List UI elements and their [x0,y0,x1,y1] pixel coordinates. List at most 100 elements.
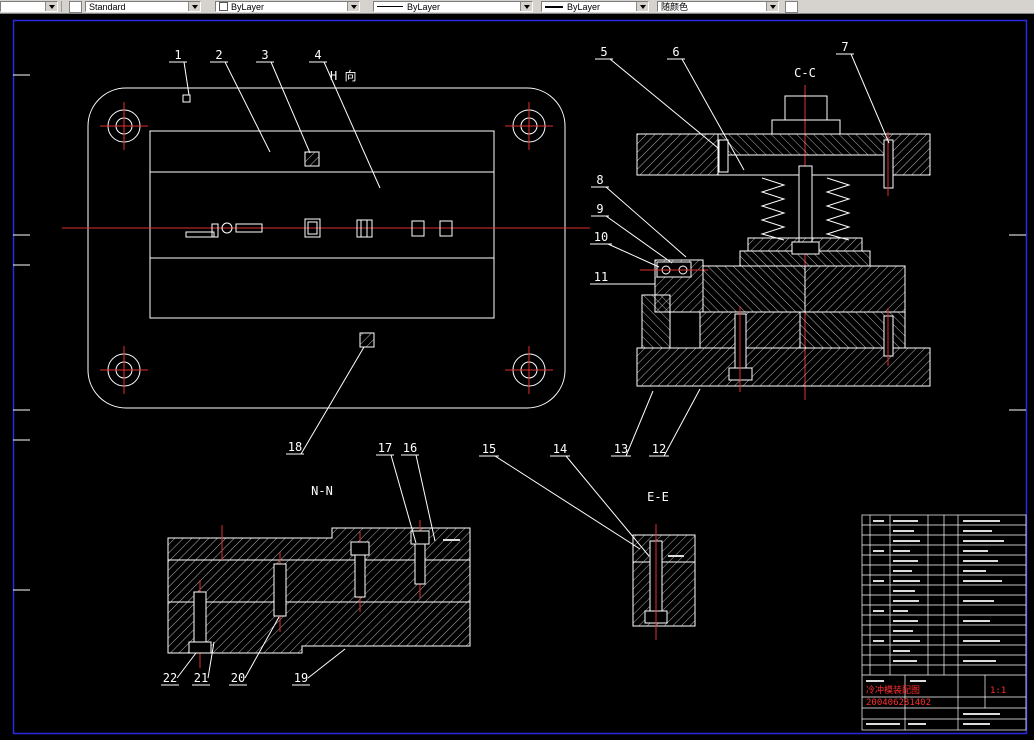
callout-22: 22 [161,652,197,686]
drawing-scale: 1:1 [990,686,1006,696]
svg-text:19: 19 [294,671,308,685]
callout-13: 13 [611,390,654,457]
svg-text:8: 8 [596,173,603,187]
text-style-value: Standard [89,1,126,12]
toolbar-button[interactable] [785,0,798,13]
section-ee: E-E [632,490,696,640]
svg-text:9: 9 [596,202,603,216]
die-holder [699,311,801,349]
text-style-combo[interactable]: Standard [85,1,201,12]
callout-15: 15 [479,442,641,550]
dowel-mark [182,94,191,103]
callout-18: 18 [286,346,365,455]
die-plate [702,265,806,313]
chevron-down-icon[interactable] [188,2,200,11]
screw-shaft [354,554,366,598]
plotstyle-value: 随颜色 [661,1,689,12]
color-swatch-icon [219,2,228,11]
svg-text:18: 18 [288,440,302,454]
stop-bar [185,231,215,238]
svg-text:20: 20 [231,671,245,685]
linetype-combo[interactable]: ByLayer [373,1,533,12]
bolt [193,591,207,643]
screw-shaft [414,543,426,585]
bolt [718,139,729,173]
svg-text:16: 16 [403,441,417,455]
svg-text:12: 12 [652,442,666,456]
spring [825,177,851,241]
lineweight-preview-icon [545,5,563,8]
chevron-down-icon[interactable] [520,2,532,11]
drawing-title: 冷冲模装配图 [866,684,920,696]
die-plate [804,265,906,313]
lineweight-value: ByLayer [567,1,601,12]
callout-3: 3 [256,48,311,154]
svg-text:11: 11 [594,270,608,284]
view-label-nn: N-N [311,484,333,498]
key-section [359,332,375,348]
bolt-head [188,641,212,654]
callout-7: 7 [836,40,890,144]
chevron-down-icon[interactable] [636,2,648,11]
svg-text:15: 15 [482,442,496,456]
section-cc: C-C [636,66,931,400]
svg-text:5: 5 [600,45,607,59]
section-nn: N-N [167,484,471,668]
svg-text:21: 21 [194,671,208,685]
svg-text:2: 2 [215,48,222,62]
punch-holder [717,133,889,156]
callout-11: 11 [590,270,655,285]
svg-text:6: 6 [672,45,679,59]
plan-view: H 向 [62,68,590,409]
screw-head [350,541,370,556]
center-screw [798,165,813,247]
upper-plate [887,133,931,176]
chevron-down-icon[interactable] [347,2,359,11]
linetype-preview-icon [377,6,403,7]
callout-5: 5 [595,45,719,149]
layer-combo[interactable] [0,1,58,12]
dowel-pin [273,563,287,617]
svg-text:3: 3 [261,48,268,62]
callout-10: 10 [590,230,660,268]
guide-bushing [100,346,148,394]
view-label-cc: C-C [794,66,816,80]
toolbar-separator [61,1,62,12]
shank-flange [771,119,841,135]
chevron-down-icon[interactable] [45,2,57,11]
color-value: ByLayer [231,1,265,12]
callout-12: 12 [649,388,701,457]
svg-text:7: 7 [841,40,848,54]
stop-pin [211,223,219,238]
callout-2: 2 [210,48,271,153]
drawing-number: 200406281402 [866,698,931,708]
svg-text:13: 13 [614,442,628,456]
guide-bushing [505,102,553,150]
guide-bushing [505,346,553,394]
drawing-canvas[interactable]: H 向 1 2 3 4 18 C-C 5 6 7 8 9 10 11 13 12… [0,0,1034,740]
svg-text:10: 10 [594,230,608,244]
screw-nut [791,241,820,255]
lineweight-combo[interactable]: ByLayer [541,1,649,12]
callout-19: 19 [292,648,346,686]
view-label-ee: E-E [647,490,669,504]
style-icon [69,0,82,13]
key-section [304,151,320,167]
guide-bushing [100,102,148,150]
title-block: 冷冲模装配图 200406281402 1:1 [861,514,1027,731]
shank [784,95,828,121]
svg-text:22: 22 [163,671,177,685]
plotstyle-combo[interactable]: 随颜色 [657,1,779,12]
support-column [641,294,671,349]
svg-text:14: 14 [553,442,567,456]
view-label-h: H 向 [330,68,356,83]
properties-toolbar: Standard ByLayer ByLayer ByLayer 随颜色 [0,0,1034,14]
screw-head [410,530,430,545]
upper-plate [636,133,719,176]
chevron-down-icon[interactable] [766,2,778,11]
linetype-value: ByLayer [407,1,441,12]
svg-text:17: 17 [378,441,392,455]
spring [760,177,786,241]
color-combo[interactable]: ByLayer [215,1,360,12]
svg-text:1: 1 [174,48,181,62]
